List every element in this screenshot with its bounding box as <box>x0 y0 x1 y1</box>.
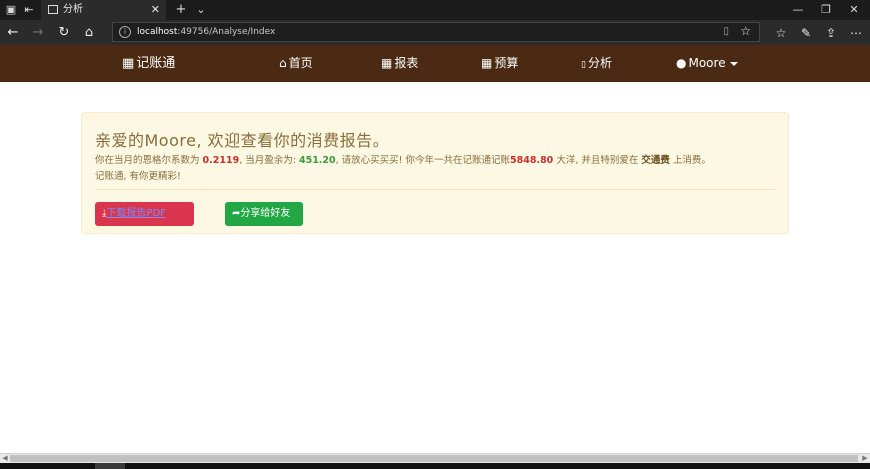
tab-actions-icon[interactable]: ▣ <box>4 3 18 17</box>
share-button[interactable]: ➦分享给好友 <box>225 202 303 226</box>
home-icon: ⌂ <box>279 56 287 70</box>
tab-title: 分析 <box>63 4 83 15</box>
report-heading: 亲爱的Moore, 欢迎查看你的消费报告。 <box>95 131 390 150</box>
window-minimize-button[interactable]: — <box>784 0 812 20</box>
url-input[interactable]: i localhost:49756/Analyse/Index ▯ ☆ <box>112 22 760 42</box>
favorites-hub-icon[interactable]: ☆ <box>773 24 789 42</box>
favorite-category: 交通费 <box>641 155 670 166</box>
tab-list-chevron-icon[interactable]: ⌄ <box>194 3 208 17</box>
scroll-right-icon[interactable]: ▶ <box>861 454 869 463</box>
set-aside-tabs-icon[interactable]: ⇤ <box>22 3 36 17</box>
back-arrow-icon[interactable]: ← <box>4 24 22 42</box>
window-close-button[interactable]: ✕ <box>840 0 868 20</box>
browser-tab[interactable]: 分析 ✕ <box>41 0 166 20</box>
refresh-icon[interactable]: ↻ <box>55 24 73 42</box>
share-icon[interactable]: ⇪ <box>823 24 839 42</box>
caret-down-icon <box>729 61 738 66</box>
taskbar-item[interactable] <box>95 463 125 469</box>
calendar-icon: ▦ <box>122 56 135 71</box>
horizontal-scrollbar[interactable]: ◀ ▶ <box>0 453 870 463</box>
reading-view-icon[interactable]: ▯ <box>723 26 729 37</box>
window-maximize-button[interactable]: ❐ <box>812 0 840 20</box>
report-summary: 你在当月的恩格尔系数为 0.2119, 当月盈余为: 451.20, 请放心买买… <box>95 155 711 166</box>
report-slogan: 记账通, 有你更精彩! <box>95 171 181 182</box>
taskbar <box>0 463 870 469</box>
brand-link[interactable]: ▦ 记账通 <box>122 45 175 82</box>
new-tab-button[interactable]: + <box>174 3 188 17</box>
user-icon: ● <box>676 56 687 70</box>
home-button-icon[interactable]: ⌂ <box>80 24 98 42</box>
nav-item-report[interactable]: ▦ 报表 <box>381 45 418 82</box>
table-icon: ▦ <box>381 56 393 70</box>
yearly-total: 5848.80 <box>510 155 554 166</box>
more-menu-icon[interactable]: ⋯ <box>848 24 864 42</box>
chart-icon: ▯ <box>581 60 586 70</box>
site-info-icon[interactable]: i <box>119 26 131 38</box>
monthly-surplus: 451.20 <box>298 155 336 166</box>
browser-address-bar: ← → ↻ ⌂ i localhost:49756/Analyse/Index … <box>0 20 870 45</box>
scrollbar-thumb[interactable] <box>10 455 858 462</box>
nav-item-analysis[interactable]: ▯ 分析 <box>581 45 612 82</box>
scroll-left-icon[interactable]: ◀ <box>1 454 9 463</box>
download-pdf-button[interactable]: ⤓下载报告PDF <box>95 202 194 226</box>
nav-item-budget[interactable]: ▦ 预算 <box>481 45 518 82</box>
calendar-icon: ▦ <box>481 56 493 70</box>
divider <box>95 189 775 190</box>
tab-close-icon[interactable]: ✕ <box>151 0 160 20</box>
report-panel: 亲爱的Moore, 欢迎查看你的消费报告。 你在当月的恩格尔系数为 0.2119… <box>81 112 789 234</box>
site-navbar: ▦ 记账通 ⌂ 首页 ▦ 报表 ▦ 预算 ▯ 分析 ● Moore <box>0 45 870 82</box>
user-name: Moore <box>688 56 726 70</box>
favorite-star-icon[interactable]: ☆ <box>740 24 751 38</box>
engel-coefficient: 0.2119 <box>202 155 240 166</box>
page-favicon-icon <box>48 5 58 14</box>
browser-tab-bar: ▣ ⇤ 分析 ✕ + ⌄ — ❐ ✕ <box>0 0 870 20</box>
user-menu-dropdown[interactable]: ● Moore <box>676 45 738 82</box>
nav-item-home[interactable]: ⌂ 首页 <box>279 45 313 82</box>
web-note-pen-icon[interactable]: ✎ <box>798 24 814 42</box>
forward-arrow-icon[interactable]: → <box>29 24 47 42</box>
url-text: localhost:49756/Analyse/Index <box>137 27 276 37</box>
